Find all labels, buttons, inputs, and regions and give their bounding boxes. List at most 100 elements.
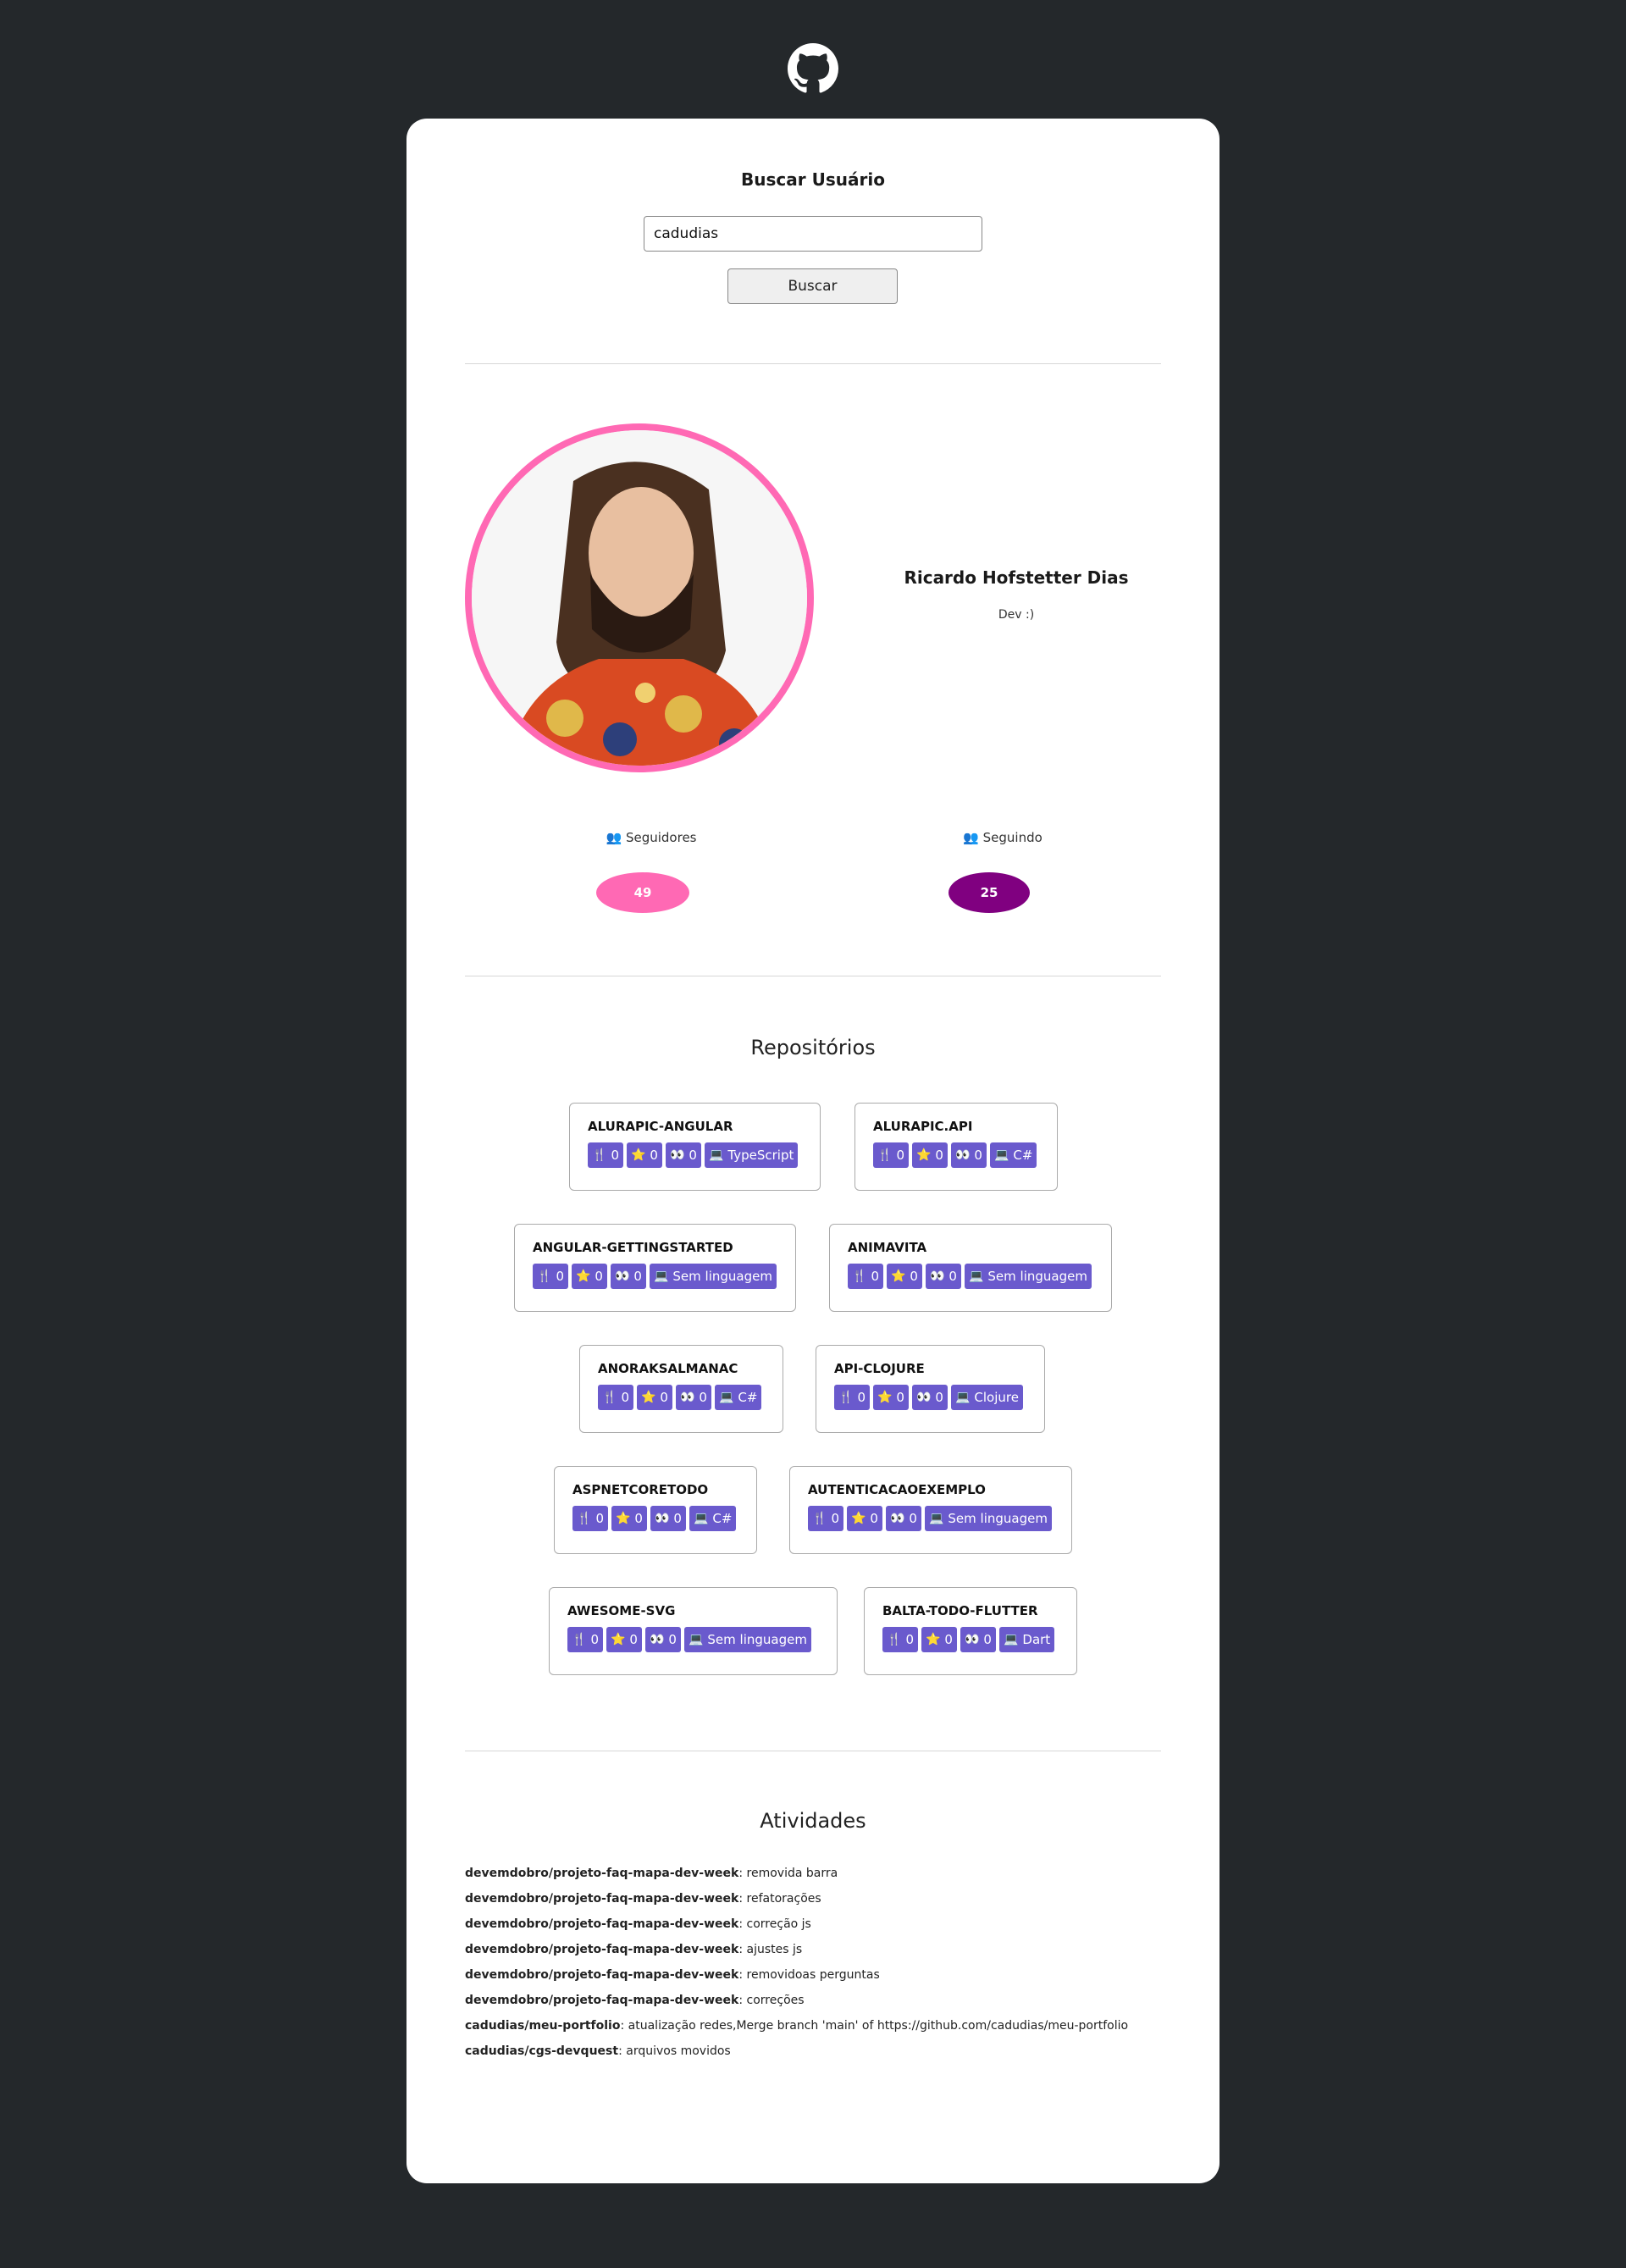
repo-card[interactable]: ALURAPIC-ANGULAR 🍴 0 ⭐ 0 👀 0 💻 TypeScript [569, 1103, 821, 1191]
watchers-badge: 👀 0 [925, 1264, 961, 1289]
repo-card[interactable]: BALTA-TODO-FLUTTER 🍴 0 ⭐ 0 👀 0 💻 Dart [864, 1587, 1077, 1675]
repo-name[interactable]: ALURAPIC-ANGULAR [588, 1119, 803, 1134]
laptop-icon: 💻 [928, 1512, 944, 1525]
star-icon: ⭐ [575, 1270, 591, 1283]
language-badge: 💻 Sem linguagem [649, 1264, 777, 1289]
repo-name[interactable]: ANORAKSALMANAC [598, 1361, 766, 1376]
forks-badge: 🍴 0 [567, 1627, 603, 1652]
watchers-count: 0 [699, 1390, 707, 1405]
repo-card[interactable]: ANGULAR-GETTINGSTARTED 🍴 0 ⭐ 0 👀 0 💻 Sem linguag… [514, 1224, 796, 1312]
following-count: 25 [948, 872, 1030, 913]
activity-item: cadudias/cgs-devquest: arquivos movidos [465, 2044, 1176, 2058]
activity-separator: : [738, 1892, 747, 1906]
watchers-count: 0 [935, 1390, 943, 1405]
activity-repo[interactable]: devemdobro/projeto-faq-mapa-dev-week [465, 1867, 738, 1880]
activity-item: devemdobro/projeto-faq-mapa-dev-week: re… [465, 1892, 1176, 1906]
repo-name[interactable]: ASPNETCORETODO [572, 1482, 739, 1497]
laptop-icon: 💻 [688, 1633, 704, 1646]
eyes-icon: 👀 [614, 1270, 630, 1283]
repo-badges: 🍴 0 ⭐ 0 👀 0 💻 Sem linguagem [848, 1264, 1094, 1289]
activity-message: arquivos movidos [626, 2044, 731, 2058]
eyes-icon: 👀 [889, 1512, 905, 1525]
watchers-badge: 👀 0 [675, 1385, 711, 1410]
watchers-badge: 👀 0 [610, 1264, 646, 1289]
language-name: Clojure [974, 1390, 1019, 1405]
repo-name[interactable]: API-CLOJURE [834, 1361, 1027, 1376]
following-label-text: Seguindo [982, 830, 1043, 845]
repo-card[interactable]: ALURAPIC.API 🍴 0 ⭐ 0 👀 0 💻 C# [854, 1103, 1058, 1191]
forks-count: 0 [611, 1148, 619, 1163]
language-badge: 💻 C# [989, 1142, 1037, 1168]
watchers-count: 0 [633, 1269, 642, 1284]
laptop-icon: 💻 [693, 1512, 709, 1525]
eyes-icon: 👀 [915, 1391, 932, 1404]
watchers-badge: 👀 0 [960, 1627, 996, 1652]
forks-count: 0 [590, 1632, 599, 1647]
activity-repo[interactable]: cadudias/cgs-devquest [465, 2044, 618, 2058]
activity-repo[interactable]: devemdobro/projeto-faq-mapa-dev-week [465, 1892, 738, 1906]
language-badge: 💻 Dart [998, 1627, 1055, 1652]
repo-badges: 🍴 0 ⭐ 0 👀 0 💻 Sem linguagem [567, 1627, 820, 1652]
forks-count: 0 [857, 1390, 866, 1405]
main-card: Buscar Usuário Buscar Ricardo Hofstetter… [406, 119, 1220, 2183]
repo-name[interactable]: AWESOME-SVG [567, 1603, 820, 1618]
laptop-icon: 💻 [993, 1148, 1009, 1162]
repo-card[interactable]: AUTENTICACAOEXEMPLO 🍴 0 ⭐ 0 👀 0 💻 Sem linguagem [789, 1466, 1072, 1554]
activity-separator: : [738, 1867, 747, 1880]
profile-name: Ricardo Hofstetter Dias [904, 567, 1129, 588]
activity-repo[interactable]: devemdobro/projeto-faq-mapa-dev-week [465, 1994, 738, 2007]
activity-repo[interactable]: devemdobro/projeto-faq-mapa-dev-week [465, 1943, 738, 1956]
eyes-icon: 👀 [929, 1270, 945, 1283]
repo-badges: 🍴 0 ⭐ 0 👀 0 💻 Sem linguagem [808, 1506, 1054, 1531]
language-name: C# [738, 1390, 758, 1405]
forks-badge: 🍴 0 [598, 1385, 633, 1410]
activity-message: removida barra [746, 1867, 838, 1880]
watchers-badge: 👀 0 [665, 1142, 701, 1168]
forks-badge: 🍴 0 [873, 1142, 909, 1168]
repo-card[interactable]: ANORAKSALMANAC 🍴 0 ⭐ 0 👀 0 💻 C# [579, 1345, 783, 1433]
forks-badge: 🍴 0 [848, 1264, 883, 1289]
repo-name[interactable]: ANIMAVITA [848, 1240, 1094, 1255]
fork-icon: 🍴 [592, 1148, 607, 1162]
repo-badges: 🍴 0 ⭐ 0 👀 0 💻 Clojure [834, 1385, 1027, 1410]
language-name: Sem linguagem [707, 1632, 807, 1647]
language-badge: 💻 TypeScript [704, 1142, 799, 1168]
repo-card[interactable]: ASPNETCORETODO 🍴 0 ⭐ 0 👀 0 💻 C# [554, 1466, 757, 1554]
stars-count: 0 [660, 1390, 668, 1405]
activity-separator: : [618, 2044, 627, 2058]
stars-count: 0 [634, 1511, 643, 1526]
star-icon: ⭐ [615, 1512, 631, 1525]
watchers-badge: 👀 0 [644, 1627, 681, 1652]
repo-badges: 🍴 0 ⭐ 0 👀 0 💻 C# [598, 1385, 766, 1410]
repo-name[interactable]: BALTA-TODO-FLUTTER [882, 1603, 1059, 1618]
repo-name[interactable]: ALURAPIC.API [873, 1119, 1040, 1134]
activity-repo[interactable]: cadudias/meu-portfolio [465, 2019, 620, 2033]
repo-card[interactable]: API-CLOJURE 🍴 0 ⭐ 0 👀 0 💻 Clojure [816, 1345, 1045, 1433]
stars-badge: ⭐ 0 [886, 1264, 922, 1289]
watchers-count: 0 [948, 1269, 957, 1284]
avatar-portrait-image [472, 430, 807, 766]
fork-icon: 🍴 [572, 1633, 587, 1646]
followers-count: 49 [596, 872, 689, 913]
activity-separator: : [738, 1994, 747, 2007]
fork-icon: 🍴 [577, 1512, 592, 1525]
activity-separator: : [738, 1917, 747, 1931]
search-input[interactable] [644, 216, 982, 252]
stars-count: 0 [629, 1632, 638, 1647]
eyes-icon: 👀 [964, 1633, 980, 1646]
activity-repo[interactable]: devemdobro/projeto-faq-mapa-dev-week [465, 1917, 738, 1931]
repo-name[interactable]: AUTENTICACAOEXEMPLO [808, 1482, 1054, 1497]
activities-title: Atividades [760, 1809, 866, 1833]
stars-count: 0 [896, 1390, 904, 1405]
repo-card[interactable]: AWESOME-SVG 🍴 0 ⭐ 0 👀 0 💻 Sem linguagem [549, 1587, 838, 1675]
forks-count: 0 [831, 1511, 839, 1526]
activity-item: devemdobro/projeto-faq-mapa-dev-week: re… [465, 1968, 1176, 1982]
repo-card[interactable]: ANIMAVITA 🍴 0 ⭐ 0 👀 0 💻 Sem linguagem [829, 1224, 1112, 1312]
activity-repo[interactable]: devemdobro/projeto-faq-mapa-dev-week [465, 1968, 738, 1982]
search-button[interactable]: Buscar [727, 268, 898, 304]
activity-item: devemdobro/projeto-faq-mapa-dev-week: re… [465, 1867, 1176, 1880]
repo-name[interactable]: ANGULAR-GETTINGSTARTED [533, 1240, 778, 1255]
following-label: 👥 Seguindo [876, 830, 1130, 845]
activity-separator: : [738, 1943, 747, 1956]
forks-badge: 🍴 0 [834, 1385, 870, 1410]
